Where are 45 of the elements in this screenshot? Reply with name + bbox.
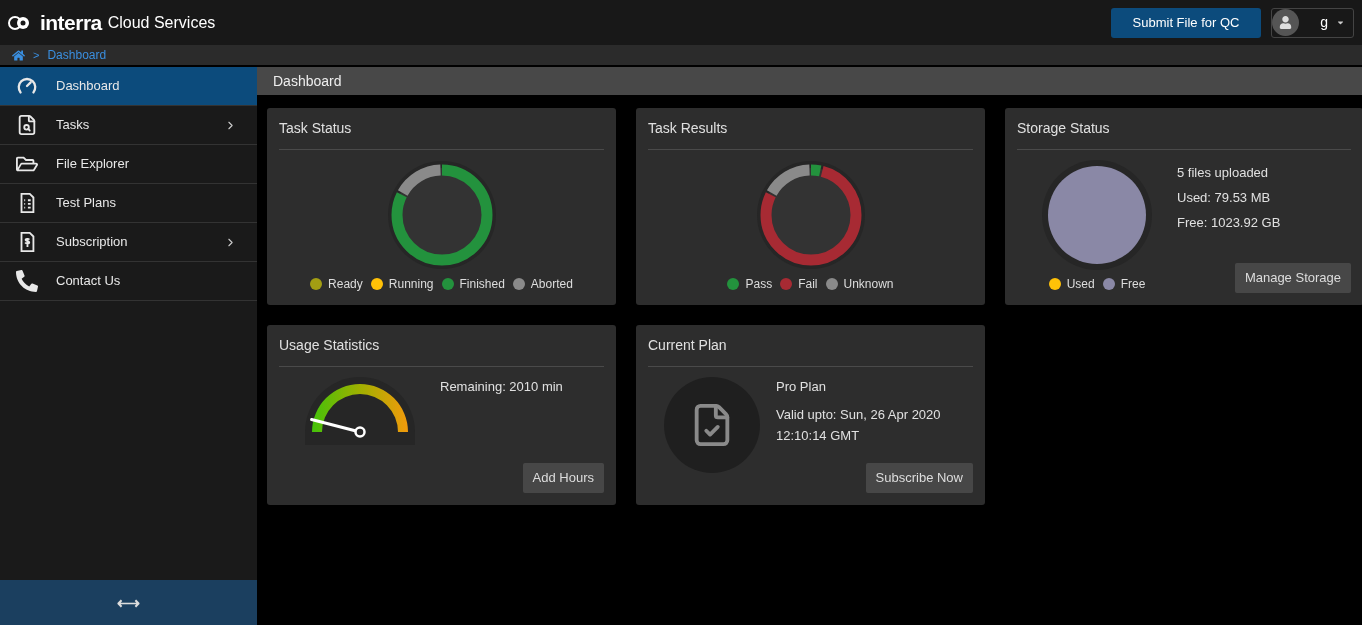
card-title: Task Results <box>648 118 973 150</box>
legend-label: Finished <box>459 276 505 293</box>
legend-label: Ready <box>328 276 363 293</box>
document-search-icon <box>16 114 38 136</box>
sidebar-item[interactable]: Tasks <box>0 106 257 145</box>
caret-icon <box>1336 18 1345 27</box>
sidebar-item[interactable]: Test Plans <box>0 184 257 223</box>
legend-label: Free <box>1120 276 1146 293</box>
phone-icon <box>16 270 38 292</box>
plan-time: 12:10:14 GMT <box>776 427 861 445</box>
action-button[interactable]: Subscribe Now <box>865 463 973 493</box>
gauge-icon <box>16 75 38 97</box>
plan-name: Pro Plan <box>776 378 827 396</box>
breadcrumb-link[interactable]: Dashboard <box>47 46 107 64</box>
remaining-time: Remaining: 2010 min <box>440 378 564 396</box>
action-button[interactable]: Add Hours <box>522 463 604 493</box>
card-title: Task Status <box>279 118 604 150</box>
legend-label: Running <box>388 276 434 293</box>
sidebar-item[interactable]: Subscription <box>0 223 257 262</box>
product-name: Cloud Services <box>107 12 216 33</box>
legend-label: Pass <box>745 276 773 293</box>
logo-icon <box>8 15 30 30</box>
brand-name: interra <box>40 9 102 36</box>
card-title: Storage Status <box>1017 118 1351 150</box>
user-menu[interactable]: g <box>1271 7 1354 38</box>
storage-info: Used: 79.53 MB <box>1177 189 1272 207</box>
legend-label: Unknown <box>843 276 894 293</box>
sidebar-item[interactable]: File Explorer <box>0 145 257 184</box>
avatar-icon <box>1272 9 1299 36</box>
sidebar-item[interactable]: Dashboard <box>0 67 257 106</box>
action-button[interactable]: Manage Storage <box>1234 263 1351 293</box>
breadcrumb-separator: > <box>33 47 40 63</box>
home-icon[interactable] <box>12 48 25 62</box>
page-title: Dashboard <box>273 71 342 91</box>
storage-info: Free: 1023.92 GB <box>1177 214 1282 232</box>
sidebar-item[interactable]: Contact Us <box>0 262 257 301</box>
card-title: Current Plan <box>648 335 973 367</box>
submit-button[interactable]: Submit File for QC <box>1111 7 1261 38</box>
legend-label: Used <box>1066 276 1095 293</box>
legend-label: Fail <box>798 276 818 293</box>
card-title: Usage Statistics <box>279 335 604 367</box>
storage-info: 5 files uploaded <box>1177 164 1270 182</box>
legend-label: Aborted <box>530 276 573 293</box>
plan-validity: Valid upto: Sun, 26 Apr 2020 <box>776 405 942 424</box>
sidebar-toggle[interactable]: ⟷ <box>0 580 257 625</box>
